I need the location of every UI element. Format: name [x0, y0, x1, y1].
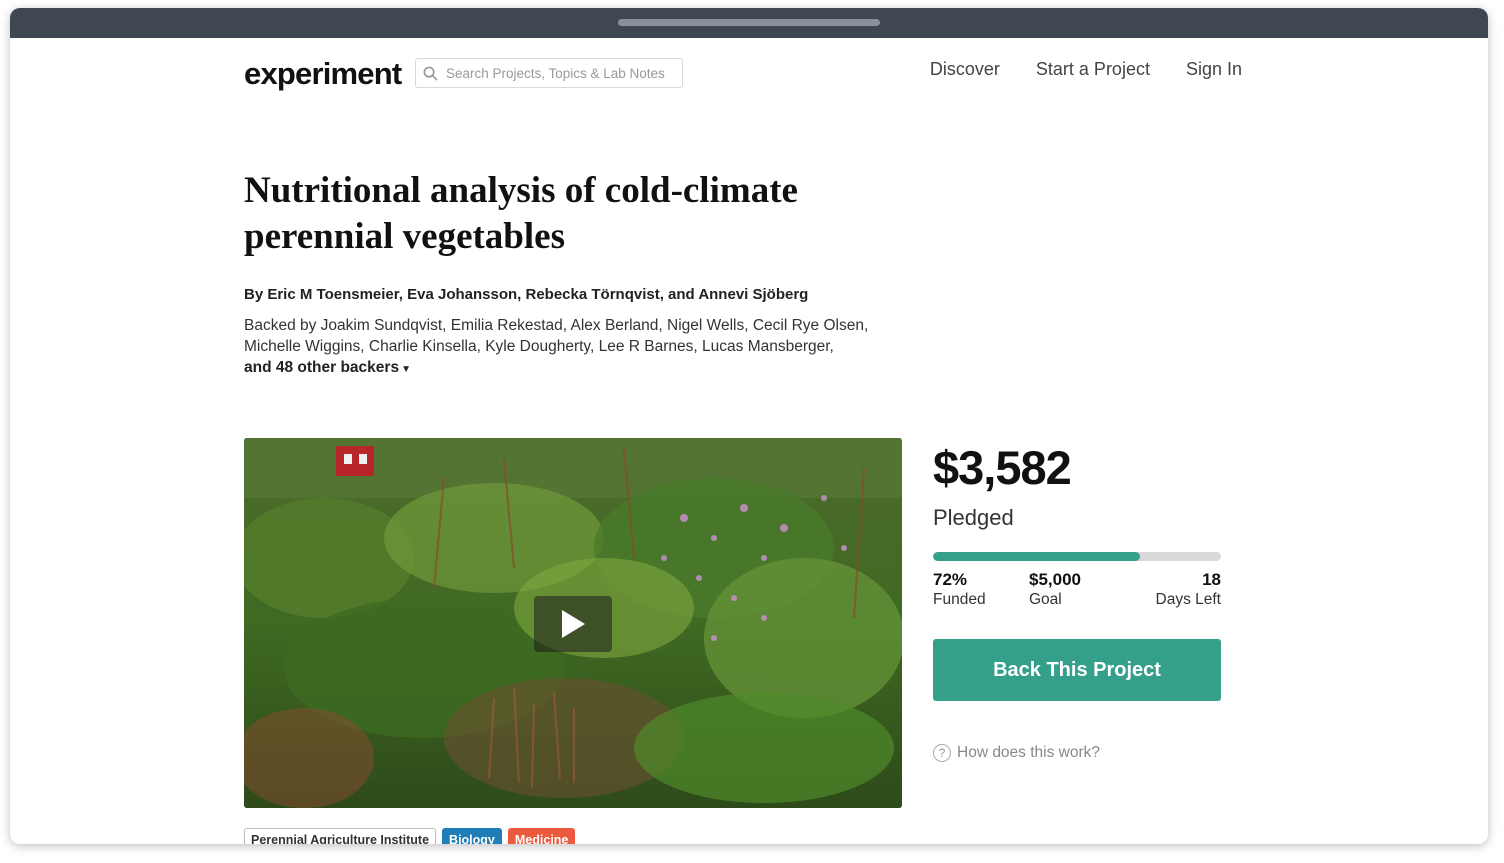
video-play-button[interactable]	[534, 596, 612, 652]
tag-biology[interactable]: Biology	[442, 828, 502, 844]
project-title: Nutritional analysis of cold-climate per…	[244, 170, 798, 257]
goal-value: $5,000	[1029, 570, 1081, 589]
project-tags: Perennial Agriculture Institute Biology …	[244, 828, 576, 844]
pledged-amount: $3,582	[933, 441, 1072, 494]
backers-list: Backed by Joakim Sundqvist, Emilia Rekes…	[244, 315, 904, 380]
stat-days-left: 18 Days Left	[1130, 570, 1221, 610]
days-left-label: Days Left	[1155, 591, 1221, 608]
back-project-button[interactable]: Back This Project	[933, 639, 1221, 701]
how-it-works-label: How does this work?	[957, 744, 1101, 761]
more-backers-label: and 48 other backers	[244, 359, 400, 376]
funding-progress-bar	[933, 552, 1221, 561]
project-authors: By Eric M Toensmeier, Eva Johansson, Reb…	[244, 286, 809, 303]
titlebar-handle[interactable]	[618, 19, 880, 26]
main-nav: Discover Start a Project Sign In	[930, 59, 1242, 80]
stat-goal: $5,000 Goal	[1029, 570, 1081, 610]
tag-institution[interactable]: Perennial Agriculture Institute	[244, 828, 437, 844]
browser-window: experiment Discover Start a Project Sign…	[10, 8, 1488, 844]
more-backers-toggle[interactable]: and 48 other backers ▼	[244, 357, 411, 380]
pledged-label: Pledged	[933, 505, 1014, 530]
window-titlebar	[10, 8, 1488, 38]
backers-names: Backed by Joakim Sundqvist, Emilia Rekes…	[244, 317, 869, 355]
nav-sign-in[interactable]: Sign In	[1186, 59, 1242, 80]
search-input[interactable]	[443, 64, 682, 82]
how-it-works-link[interactable]: ? How does this work?	[933, 744, 1100, 762]
search-icon	[423, 66, 438, 80]
help-icon: ?	[933, 744, 951, 762]
funded-value: 72%	[933, 570, 968, 589]
page-content: experiment Discover Start a Project Sign…	[10, 38, 1488, 844]
project-video[interactable]	[244, 438, 902, 808]
tag-medicine[interactable]: Medicine	[507, 828, 576, 844]
chevron-down-icon: ▼	[401, 364, 411, 375]
nav-start-project[interactable]: Start a Project	[1036, 59, 1150, 80]
site-logo[interactable]: experiment	[244, 56, 402, 92]
funding-progress-fill	[933, 552, 1141, 561]
funded-label: Funded	[933, 591, 986, 608]
days-left-value: 18	[1202, 570, 1221, 589]
play-icon	[562, 610, 585, 638]
stat-funded: 72% Funded	[933, 570, 986, 610]
nav-discover[interactable]: Discover	[930, 59, 1000, 80]
search-box[interactable]	[415, 58, 683, 88]
goal-label: Goal	[1029, 591, 1062, 608]
